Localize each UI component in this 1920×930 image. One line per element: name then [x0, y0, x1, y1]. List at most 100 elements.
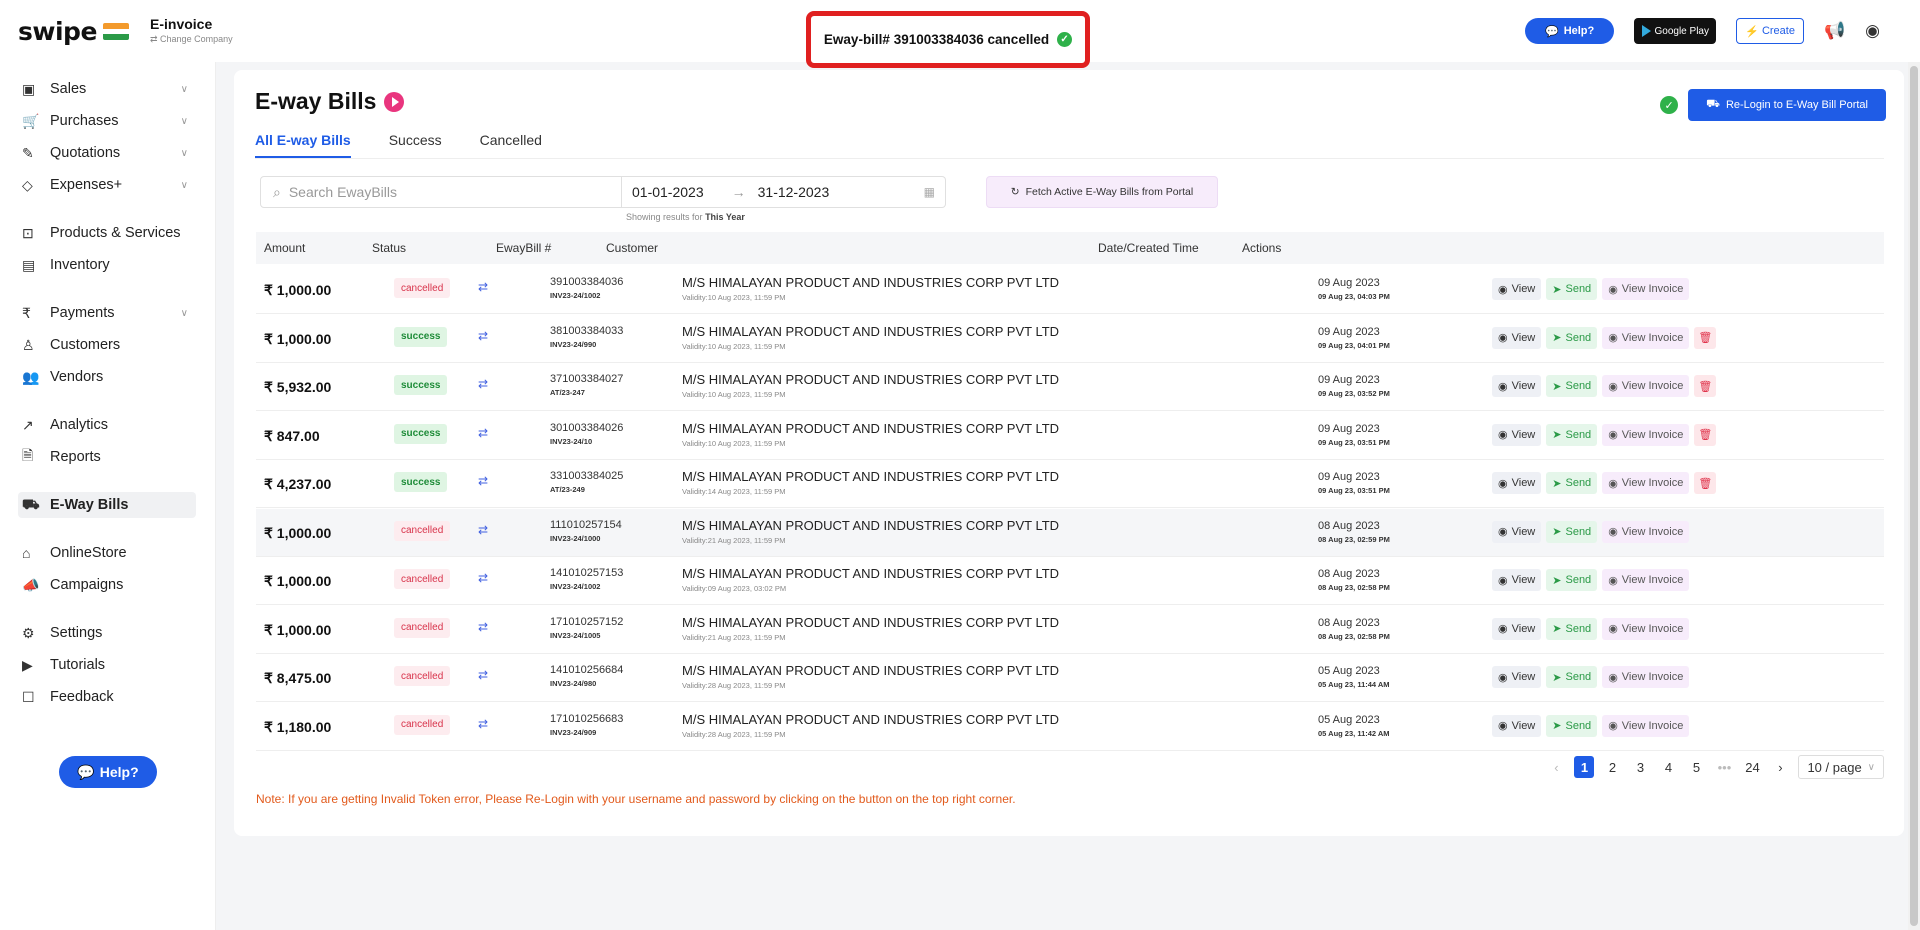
- google-play-badge[interactable]: Google Play: [1634, 18, 1717, 44]
- table-row[interactable]: ₹ 5,932.00 success ⇄ 371003384027 AT/23-247 M…: [256, 363, 1884, 411]
- megaphone-icon[interactable]: 📢: [1824, 21, 1845, 41]
- page-1[interactable]: 1: [1574, 756, 1595, 778]
- tab-all[interactable]: All E-way Bills: [255, 132, 351, 158]
- date-range-picker[interactable]: 01-01-2023 → 31-12-2023 ▦: [622, 176, 946, 208]
- send-button[interactable]: ➤ Send: [1546, 326, 1598, 349]
- sync-icon[interactable]: ⇄: [478, 377, 488, 391]
- send-button[interactable]: ➤ Send: [1546, 714, 1598, 737]
- send-button[interactable]: ➤ Send: [1546, 278, 1598, 300]
- send-button[interactable]: ➤ Send: [1546, 472, 1598, 494]
- delete-button[interactable]: 🗑: [1694, 423, 1717, 446]
- sidebar-item-onlinestore[interactable]: ⌂ OnlineStore: [22, 540, 196, 566]
- sidebar-item-expenses[interactable]: ◇ Expenses+ ∨: [22, 172, 196, 198]
- play-video-icon[interactable]: [384, 91, 405, 112]
- tab-success[interactable]: Success: [389, 132, 442, 158]
- view-button[interactable]: ◉ View: [1492, 423, 1542, 446]
- sync-icon[interactable]: ⇄: [478, 620, 488, 634]
- table-row[interactable]: ₹ 1,000.00 success ⇄ 381003384033 INV23-24/9…: [256, 315, 1884, 363]
- next-page-icon[interactable]: ›: [1770, 756, 1790, 778]
- sidebar-item-eway-bills[interactable]: ⛟ E-Way Bills: [18, 492, 196, 518]
- sidebar-item-quotations[interactable]: ✎ Quotations ∨: [22, 140, 196, 166]
- view-invoice-button[interactable]: ◉ View Invoice: [1602, 423, 1690, 446]
- page-24[interactable]: 24: [1742, 756, 1762, 778]
- sidebar-item-customers[interactable]: ♙ Customers: [22, 332, 196, 358]
- sync-icon[interactable]: ⇄: [478, 280, 488, 294]
- scrollbar-thumb[interactable]: [1910, 66, 1918, 926]
- fetch-active-button[interactable]: ↻ Fetch Active E-Way Bills from Portal: [986, 176, 1218, 208]
- page-4[interactable]: 4: [1658, 756, 1678, 778]
- view-invoice-button[interactable]: ◉ View Invoice: [1602, 569, 1690, 591]
- table-row[interactable]: ₹ 8,475.00 cancelled ⇄ 141010256684 INV23-24…: [256, 654, 1884, 702]
- table-row[interactable]: ₹ 1,000.00 cancelled ⇄ 111010257154 INV23-24…: [256, 508, 1884, 557]
- table-row[interactable]: ₹ 847.00 success ⇄ 301003384026 INV23-24/10 M…: [256, 412, 1884, 460]
- help-button-top[interactable]: 💬 Help?: [1524, 18, 1615, 44]
- view-invoice-button[interactable]: ◉ View Invoice: [1602, 666, 1690, 688]
- sidebar-item-products[interactable]: ⊡ Products & Services: [22, 220, 196, 246]
- relogin-button[interactable]: ⛟ Re-Login to E-Way Bill Portal: [1688, 89, 1886, 121]
- delete-button[interactable]: 🗑: [1694, 472, 1717, 494]
- view-invoice-button[interactable]: ◉ View Invoice: [1602, 714, 1690, 737]
- sidebar-item-tutorials[interactable]: ▶ Tutorials: [22, 652, 196, 678]
- sync-icon[interactable]: ⇄: [478, 329, 488, 343]
- view-invoice-button[interactable]: ◉ View Invoice: [1602, 472, 1690, 494]
- date-to[interactable]: 31-12-2023: [758, 184, 830, 200]
- change-company-link[interactable]: ⇄ Change Company: [150, 34, 233, 45]
- sidebar-item-settings[interactable]: ⚙ Settings: [22, 620, 196, 646]
- view-invoice-button[interactable]: ◉ View Invoice: [1602, 326, 1690, 349]
- sidebar-item-sales[interactable]: ▣ Sales ∨: [22, 76, 196, 102]
- swipe-logo[interactable]: swipe: [18, 17, 129, 46]
- table-row[interactable]: ₹ 1,000.00 cancelled ⇄ 171010257152 INV23-24…: [256, 606, 1884, 654]
- page-5[interactable]: 5: [1686, 756, 1706, 778]
- table-row[interactable]: ₹ 1,000.00 cancelled ⇄ 141010257153 INV23-24…: [256, 557, 1884, 605]
- sidebar-item-campaigns[interactable]: 📣 Campaigns: [22, 572, 196, 598]
- company-switcher[interactable]: E-invoice ⇄ Change Company: [150, 16, 233, 45]
- sidebar-item-reports[interactable]: 🗎 Reports: [22, 444, 196, 470]
- prev-page-icon[interactable]: ‹: [1546, 756, 1566, 778]
- view-invoice-button[interactable]: ◉ View Invoice: [1602, 278, 1690, 300]
- sync-icon[interactable]: ⇄: [478, 571, 488, 585]
- page-size-select[interactable]: 10 / page ∨: [1798, 755, 1884, 779]
- sidebar-item-inventory[interactable]: ▤ Inventory: [22, 252, 196, 278]
- help-button-sidebar[interactable]: 💬 Help?: [59, 756, 157, 788]
- sidebar-item-vendors[interactable]: 👥 Vendors: [22, 364, 196, 390]
- send-button[interactable]: ➤ Send: [1546, 520, 1598, 543]
- user-profile-icon[interactable]: ◉: [1865, 21, 1880, 41]
- send-button[interactable]: ➤ Send: [1546, 375, 1598, 397]
- delete-button[interactable]: 🗑: [1694, 375, 1717, 397]
- sync-icon[interactable]: ⇄: [478, 523, 488, 537]
- view-button[interactable]: ◉ View: [1492, 666, 1542, 688]
- page-scrollbar[interactable]: [1908, 62, 1920, 930]
- view-button[interactable]: ◉ View: [1492, 375, 1542, 397]
- sync-icon[interactable]: ⇄: [478, 474, 488, 488]
- send-button[interactable]: ➤ Send: [1546, 666, 1598, 688]
- table-row[interactable]: ₹ 4,237.00 success ⇄ 331003384025 AT/23-249 M…: [256, 460, 1884, 508]
- sidebar-item-analytics[interactable]: ↗ Analytics: [22, 412, 196, 438]
- view-button[interactable]: ◉ View: [1492, 714, 1542, 737]
- sidebar-item-purchases[interactable]: 🛒 Purchases ∨: [22, 108, 196, 134]
- sidebar-item-payments[interactable]: ₹ Payments ∨: [22, 300, 196, 326]
- view-button[interactable]: ◉ View: [1492, 569, 1542, 591]
- search-input[interactable]: ⌕ Search EwayBills: [260, 176, 622, 208]
- create-button[interactable]: ⚡ Create: [1736, 18, 1804, 44]
- sync-icon[interactable]: ⇄: [478, 426, 488, 440]
- table-row[interactable]: ₹ 1,000.00 cancelled ⇄ 391003384036 INV23-24…: [256, 266, 1884, 314]
- view-invoice-button[interactable]: ◉ View Invoice: [1602, 617, 1690, 640]
- view-button[interactable]: ◉ View: [1492, 520, 1542, 543]
- page-ellipsis[interactable]: •••: [1714, 756, 1734, 778]
- view-button[interactable]: ◉ View: [1492, 617, 1542, 640]
- sync-icon[interactable]: ⇄: [478, 668, 488, 682]
- tab-cancelled[interactable]: Cancelled: [480, 132, 542, 158]
- page-3[interactable]: 3: [1630, 756, 1650, 778]
- date-from[interactable]: 01-01-2023: [632, 184, 704, 200]
- table-row[interactable]: ₹ 1,180.00 cancelled ⇄ 171010256683 INV23-24…: [256, 703, 1884, 751]
- page-2[interactable]: 2: [1602, 756, 1622, 778]
- sync-icon[interactable]: ⇄: [478, 717, 488, 731]
- view-button[interactable]: ◉ View: [1492, 326, 1542, 349]
- send-button[interactable]: ➤ Send: [1546, 617, 1598, 640]
- delete-button[interactable]: 🗑: [1694, 326, 1717, 349]
- view-button[interactable]: ◉ View: [1492, 278, 1542, 300]
- send-button[interactable]: ➤ Send: [1546, 423, 1598, 446]
- view-button[interactable]: ◉ View: [1492, 472, 1542, 494]
- sidebar-item-feedback[interactable]: ☐ Feedback: [22, 684, 196, 710]
- view-invoice-button[interactable]: ◉ View Invoice: [1602, 520, 1690, 543]
